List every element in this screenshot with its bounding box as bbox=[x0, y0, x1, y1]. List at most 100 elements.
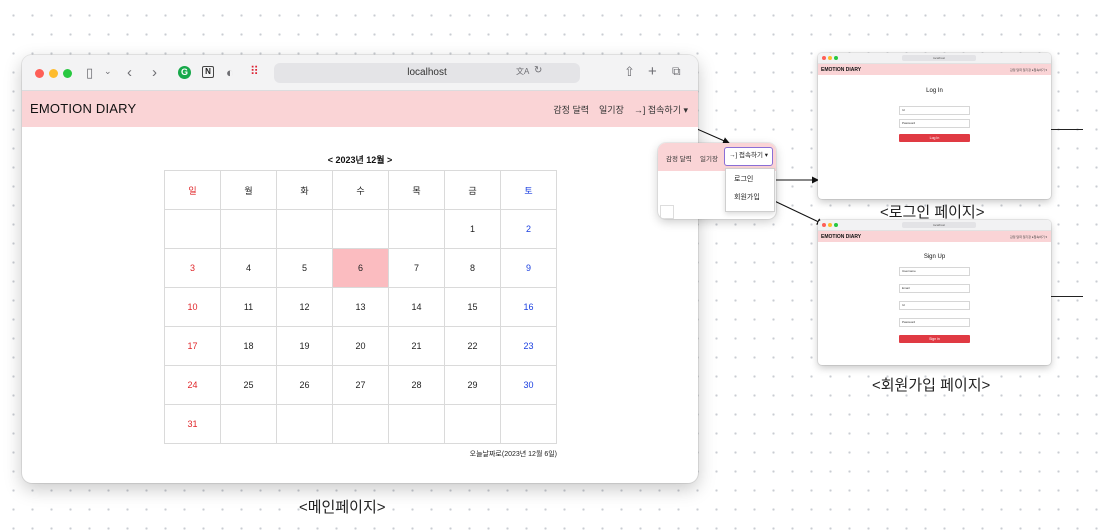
login-id-field[interactable]: Id bbox=[899, 106, 970, 115]
login-password-field[interactable]: Password bbox=[899, 119, 970, 128]
login-brand-title[interactable]: EMOTION DIARY bbox=[821, 67, 861, 73]
calendar-day-cell[interactable] bbox=[388, 209, 445, 249]
maximize-window-button[interactable] bbox=[834, 223, 838, 227]
privacy-shield-icon[interactable]: ◐ bbox=[226, 66, 234, 79]
sidebar-toggle-icon[interactable]: ▯ bbox=[86, 66, 93, 79]
calendar-day-cell[interactable]: 25 bbox=[220, 365, 277, 405]
calendar-day-cell[interactable] bbox=[220, 404, 277, 444]
calendar-day-cell-today[interactable]: 6 bbox=[332, 248, 389, 288]
popup-connect-button[interactable]: →] 접속하기 ▾ bbox=[724, 147, 773, 166]
signup-username-field[interactable]: Username bbox=[899, 267, 970, 276]
calendar-day-cell[interactable]: 19 bbox=[276, 326, 333, 366]
calendar-day-cell[interactable]: 21 bbox=[388, 326, 445, 366]
nav-connect-dropdown[interactable]: →] 접속하기 ▾ bbox=[634, 103, 688, 116]
calendar-day-cell[interactable]: 5 bbox=[276, 248, 333, 288]
forward-arrow-icon[interactable]: › bbox=[152, 65, 157, 80]
calendar-day-cell[interactable]: 28 bbox=[388, 365, 445, 405]
calendar-month-title[interactable]: < 2023년 12월 > bbox=[22, 153, 698, 166]
calendar-day-cell[interactable]: 20 bbox=[332, 326, 389, 366]
calendar-day-cell[interactable]: 13 bbox=[332, 287, 389, 327]
calendar-day-cell[interactable] bbox=[332, 209, 389, 249]
back-arrow-icon[interactable]: ‹ bbox=[127, 65, 132, 80]
calendar-week-row: 3 4 5 6 7 8 9 bbox=[164, 248, 557, 288]
calendar-day-cell[interactable] bbox=[388, 404, 445, 444]
login-header-nav[interactable]: 감정 달력 일기장 ●접속하기 ▾ bbox=[1010, 68, 1047, 72]
signup-app-header: EMOTION DIARY 감정 달력 일기장 ●접속하기 ▾ bbox=[818, 231, 1051, 242]
signup-button[interactable]: Sign in bbox=[899, 335, 970, 343]
maximize-window-button[interactable] bbox=[63, 69, 72, 78]
notion-extension-icon[interactable]: N bbox=[202, 66, 214, 78]
minimize-window-button[interactable] bbox=[828, 223, 832, 227]
url-text: localhost bbox=[407, 67, 447, 78]
close-window-button[interactable] bbox=[35, 69, 44, 78]
calendar-day-cell[interactable]: 22 bbox=[444, 326, 501, 366]
calendar-day-cell[interactable]: 29 bbox=[444, 365, 501, 405]
calendar-day-cell[interactable]: 9 bbox=[500, 248, 557, 288]
maximize-window-button[interactable] bbox=[834, 56, 838, 60]
calendar-day-cell[interactable] bbox=[444, 404, 501, 444]
weekday-header-row: 일 월 화 수 목 금 토 bbox=[164, 170, 557, 210]
calendar-day-cell[interactable] bbox=[276, 404, 333, 444]
signup-page-caption: <회원가입 페이지> bbox=[872, 377, 991, 394]
calendar-day-cell[interactable]: 12 bbox=[276, 287, 333, 327]
calendar-day-cell[interactable]: 31 bbox=[164, 404, 221, 444]
calendar-day-cell[interactable] bbox=[276, 209, 333, 249]
signup-brand-title[interactable]: EMOTION DIARY bbox=[821, 234, 861, 240]
weekday-header: 수 bbox=[332, 170, 389, 210]
tab-overview-icon[interactable]: ⧉ bbox=[672, 65, 681, 77]
popup-nav-diary[interactable]: 일기장 bbox=[700, 153, 718, 163]
apps-grid-icon[interactable]: ⠿ bbox=[250, 65, 259, 77]
nav-emotion-calendar[interactable]: 감정 달력 bbox=[553, 103, 589, 116]
close-window-button[interactable] bbox=[822, 223, 826, 227]
new-tab-icon[interactable]: + bbox=[648, 64, 657, 79]
popup-nav-emotion-calendar[interactable]: 감정 달력 bbox=[666, 153, 692, 163]
login-button[interactable]: Log In bbox=[899, 134, 970, 142]
signup-header-nav[interactable]: 감정 달력 일기장 ●접속하기 ▾ bbox=[1010, 235, 1047, 239]
login-app-header: EMOTION DIARY 감정 달력 일기장 ●접속하기 ▾ bbox=[818, 64, 1051, 75]
brand-title[interactable]: EMOTION DIARY bbox=[30, 101, 136, 116]
signup-id-field[interactable]: Id bbox=[899, 301, 970, 310]
reload-icon[interactable]: ↻ bbox=[534, 66, 542, 76]
translate-icon[interactable]: 文A bbox=[516, 68, 529, 76]
calendar-day-cell[interactable]: 16 bbox=[500, 287, 557, 327]
minimize-window-button[interactable] bbox=[49, 69, 58, 78]
close-window-button[interactable] bbox=[822, 56, 826, 60]
calendar-day-cell[interactable]: 24 bbox=[164, 365, 221, 405]
signup-address-bar[interactable]: localhost bbox=[902, 222, 976, 228]
calendar-day-cell[interactable]: 4 bbox=[220, 248, 277, 288]
calendar-day-cell[interactable]: 14 bbox=[388, 287, 445, 327]
calendar-day-cell[interactable]: 15 bbox=[444, 287, 501, 327]
minimize-window-button[interactable] bbox=[828, 56, 832, 60]
today-date-link[interactable]: 오늘날짜로(2023년 12월 6일) bbox=[470, 449, 557, 459]
weekday-header: 목 bbox=[388, 170, 445, 210]
login-page-window: localhost EMOTION DIARY 감정 달력 일기장 ●접속하기 … bbox=[818, 53, 1051, 199]
nav-diary[interactable]: 일기장 bbox=[599, 103, 624, 116]
calendar-day-cell[interactable]: 8 bbox=[444, 248, 501, 288]
calendar-day-cell[interactable]: 10 bbox=[164, 287, 221, 327]
calendar-day-cell[interactable]: 23 bbox=[500, 326, 557, 366]
login-title: Log In bbox=[926, 88, 943, 94]
chevron-down-icon[interactable]: ⌄ bbox=[104, 67, 112, 76]
calendar-day-cell[interactable] bbox=[500, 404, 557, 444]
calendar-day-cell[interactable] bbox=[332, 404, 389, 444]
login-address-bar[interactable]: localhost bbox=[902, 55, 976, 61]
calendar-day-cell[interactable]: 3 bbox=[164, 248, 221, 288]
calendar-day-cell[interactable]: 2 bbox=[500, 209, 557, 249]
calendar-day-cell[interactable]: 1 bbox=[444, 209, 501, 249]
calendar-day-cell[interactable] bbox=[220, 209, 277, 249]
menu-item-signup[interactable]: 회원가입 bbox=[726, 191, 774, 205]
calendar-day-cell[interactable]: 27 bbox=[332, 365, 389, 405]
calendar-day-cell[interactable] bbox=[164, 209, 221, 249]
calendar-day-cell[interactable]: 17 bbox=[164, 326, 221, 366]
calendar-day-cell[interactable]: 11 bbox=[220, 287, 277, 327]
grammarly-extension-icon[interactable]: G bbox=[178, 66, 191, 79]
calendar-day-cell[interactable]: 26 bbox=[276, 365, 333, 405]
signup-email-field[interactable]: Email bbox=[899, 284, 970, 293]
share-icon[interactable]: ⇧ bbox=[624, 65, 635, 78]
calendar-day-cell[interactable]: 18 bbox=[220, 326, 277, 366]
calendar-day-cell[interactable]: 7 bbox=[388, 248, 445, 288]
calendar-day-cell[interactable]: 30 bbox=[500, 365, 557, 405]
login-page-caption: <로그인 페이지> bbox=[880, 204, 985, 221]
menu-item-login[interactable]: 로그인 bbox=[726, 173, 774, 187]
signup-password-field[interactable]: Password bbox=[899, 318, 970, 327]
